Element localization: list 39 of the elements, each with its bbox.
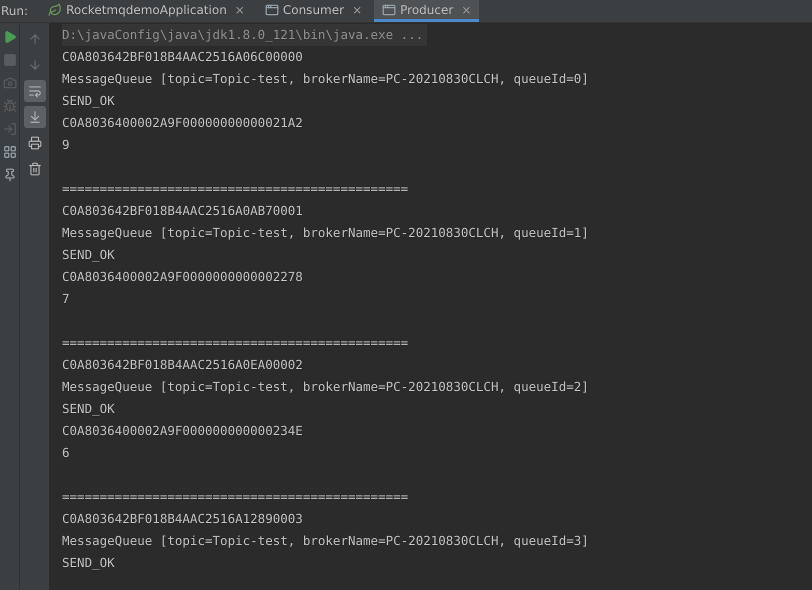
console-window-icon — [264, 2, 279, 16]
output-line: SEND_OK — [62, 400, 115, 418]
output-line: 7 — [62, 290, 70, 308]
output-line: C0A803642BF018B4AAC2516A12890003 — [62, 510, 303, 528]
output-line: ============================================== — [62, 180, 408, 198]
tab-label: Producer — [400, 2, 454, 18]
tab-label: Consumer — [282, 2, 344, 18]
output-line: MessageQueue [topic=Topic-test, brokerName=PC-20210830CLCH, queueId=0] — [62, 70, 589, 88]
output-line: C0A8036400002A9F0000000000002278 — [62, 268, 303, 286]
pin-icon[interactable] — [2, 168, 16, 182]
output-line: C0A803642BF018B4AAC2516A0AB70001 — [62, 202, 303, 220]
output-line: 9 — [62, 136, 70, 154]
output-line: C0A8036400002A9F00000000000021A2 — [62, 114, 303, 132]
output-line: 6 — [62, 444, 70, 462]
tab-close[interactable]: × — [234, 0, 245, 18]
output-line: SEND_OK — [62, 92, 115, 110]
run-tab[interactable]: RocketmqdemoApplication × — [40, 0, 253, 22]
output-line: C0A8036400002A9F000000000000234E — [62, 422, 303, 440]
output-line: SEND_OK — [62, 554, 115, 572]
leaf-icon — [48, 2, 62, 16]
tab-close[interactable]: × — [461, 0, 472, 18]
output-line: C0A803642BF018B4AAC2516A0EA00002 — [62, 356, 303, 374]
output-line: ============================================== — [62, 488, 408, 506]
output-line: MessageQueue [topic=Topic-test, brokerName=PC-20210830CLCH, queueId=3] — [62, 532, 589, 550]
output-line: MessageQueue [topic=Topic-test, brokerName=PC-20210830CLCH, queueId=2] — [62, 378, 589, 396]
layout-icon[interactable] — [2, 145, 16, 159]
run-label: Run: — [0, 3, 30, 20]
run-tab[interactable]: Producer × — [374, 0, 480, 22]
output-line: MessageQueue [topic=Topic-test, brokerName=PC-20210830CLCH, queueId=1] — [62, 224, 589, 242]
console-window-icon — [382, 2, 396, 16]
tab-close[interactable]: × — [352, 0, 362, 18]
scroll-to-end-icon[interactable] — [24, 106, 46, 128]
output-line: C0A803642BF018B4AAC2516A06C00000 — [62, 48, 303, 66]
output-line: SEND_OK — [62, 246, 115, 264]
run-icon[interactable] — [2, 30, 16, 44]
soft-wrap-icon[interactable] — [24, 80, 46, 102]
run-tab[interactable]: Consumer × — [256, 0, 370, 22]
tab-label: RocketmqdemoApplication — [66, 2, 227, 18]
output-line: ============================================== — [62, 334, 408, 352]
